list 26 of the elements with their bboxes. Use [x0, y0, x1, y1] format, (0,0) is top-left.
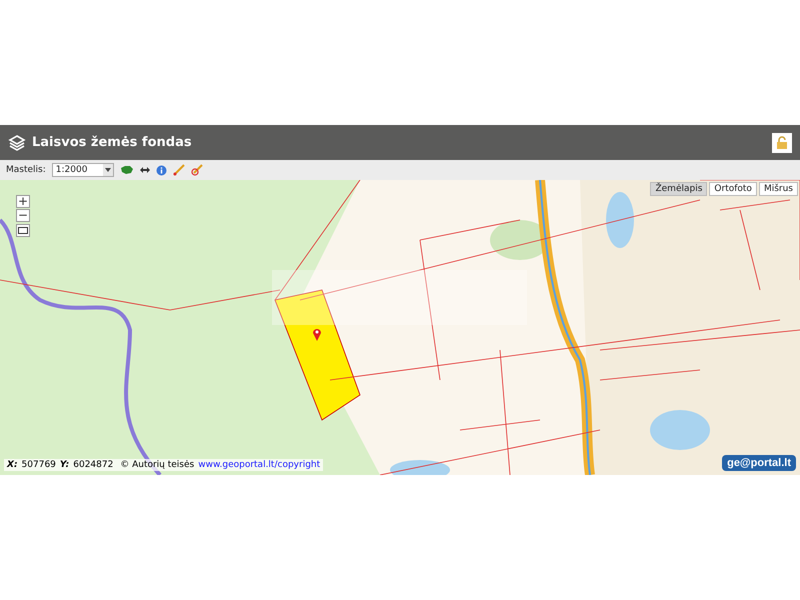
- layer-tab[interactable]: Žemėlapis: [650, 182, 708, 196]
- measure-line-icon[interactable]: [172, 164, 185, 176]
- pan-arrows-icon[interactable]: [140, 165, 150, 175]
- copyright-link[interactable]: www.geoportal.lt/copyright: [198, 460, 320, 470]
- caret-icon: [104, 168, 111, 172]
- country-map-icon[interactable]: [120, 165, 134, 175]
- copyright-text: © Autorių teisės: [119, 460, 194, 470]
- y-value: 6024872: [73, 460, 114, 470]
- layer-tab[interactable]: Ortofoto: [709, 182, 757, 196]
- zoom-in-button[interactable]: +: [16, 195, 30, 208]
- x-value: 507769: [22, 460, 56, 470]
- info-icon[interactable]: [156, 164, 167, 176]
- lock-icon: [775, 136, 789, 150]
- layer-tab[interactable]: Mišrus: [758, 182, 798, 196]
- lock-button[interactable]: [772, 132, 792, 152]
- app-title: Laisvos žemės fondas: [32, 135, 193, 150]
- x-label: X:: [7, 460, 18, 470]
- location-pin-icon: [312, 327, 322, 341]
- fullscreen-button[interactable]: [16, 224, 30, 237]
- y-label: Y:: [60, 460, 70, 470]
- scale-label: Mastelis:: [6, 165, 46, 175]
- geoportal-logo[interactable]: ge@portal.lt: [722, 455, 796, 471]
- layers-icon: [8, 134, 26, 152]
- zoom-out-button[interactable]: −: [16, 209, 30, 222]
- scale-dropdown[interactable]: 1:2000: [52, 163, 114, 177]
- measure-area-icon[interactable]: [190, 164, 203, 176]
